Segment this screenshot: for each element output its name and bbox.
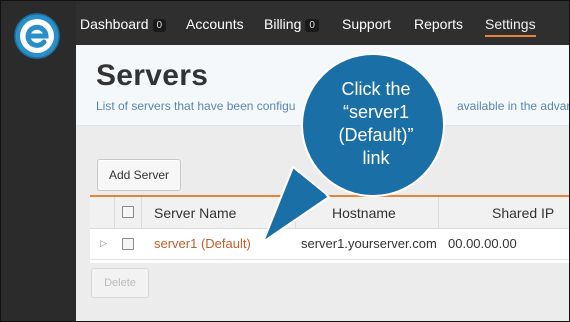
app-window: Dashboard 0 Accounts Billing 0 Support Rep… [0, 0, 570, 322]
callout-overlay [262, 53, 445, 243]
callout-line: (Default)” [338, 125, 414, 145]
callout-line: “server1 [342, 102, 409, 122]
callout-line: Click the [341, 79, 411, 99]
callout-text: Click the “server1 (Default)” link [306, 78, 446, 170]
callout-line: link [362, 148, 390, 168]
